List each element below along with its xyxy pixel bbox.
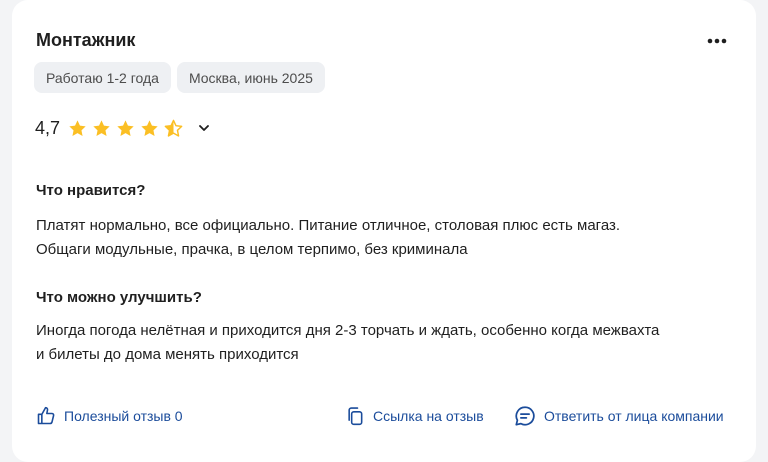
tags: Работаю 1-2 года Москва, июнь 2025 [34,62,325,93]
more-icon [707,38,727,44]
review-card: Монтажник Работаю 1-2 года Москва, июнь … [12,0,756,462]
helpful-label: Полезный отзыв 0 [64,408,183,424]
expand-rating-button[interactable] [197,121,211,135]
thumbs-up-icon [37,406,55,425]
star-icon [69,119,86,136]
pros-text-line: Общаги модульные, прачка, в целом терпим… [36,241,468,258]
star-icon [117,119,134,136]
helpful-button[interactable]: Полезный отзыв 0 [36,403,183,429]
cons-text: Иногда погода нелётная и приходится дня … [36,319,736,367]
cons-text-line: Иногда погода нелётная и приходится дня … [36,322,660,339]
pros-text-line: Платят нормально, все официально. Питани… [36,217,621,234]
reply-label: Ответить от лица компании [544,408,724,424]
comment-icon [515,406,535,426]
tag-location-date: Москва, июнь 2025 [176,62,325,93]
star-icon [93,119,110,136]
half-star-icon [164,119,183,137]
chevron-down-icon [199,125,209,131]
copy-icon [348,407,363,426]
pros-title: Что нравится? [36,182,146,199]
rating: 4,7 [35,114,211,142]
cons-title: Что можно улучшить? [36,289,202,306]
reply-as-company-button[interactable]: Ответить от лица компании [514,403,724,429]
copy-link-button[interactable]: Ссылка на отзыв [345,403,484,429]
job-title: Монтажник [36,30,136,50]
copy-link-label: Ссылка на отзыв [373,408,484,424]
more-options-button[interactable] [704,30,730,52]
rating-value: 4,7 [35,117,61,138]
pros-text: Платят нормально, все официально. Питани… [36,214,736,262]
tag-experience: Работаю 1-2 года [34,62,171,93]
cons-text-line: и билеты до дома менять приходится [36,346,299,363]
rating-stars [68,119,183,138]
review-actions: Полезный отзыв 0 Ссылка на отзыв Ответит… [36,403,736,429]
star-icon [141,119,158,136]
